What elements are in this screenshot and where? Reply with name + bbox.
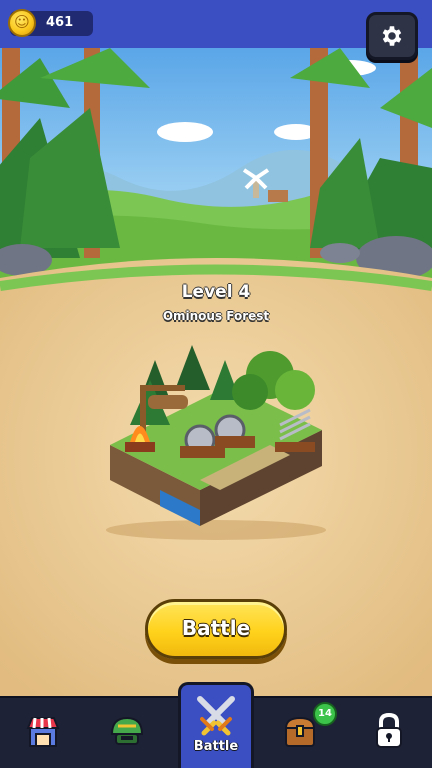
gear-icon: [382, 26, 402, 46]
nav-battle-label: Battle: [193, 739, 239, 754]
settings-button[interactable]: [366, 12, 418, 60]
coin-icon: [8, 9, 36, 37]
nav-locked[interactable]: [346, 698, 432, 768]
level-title: Level 4: [181, 282, 251, 302]
chest-icon: [284, 716, 316, 747]
nav-battle[interactable]: Battle: [178, 682, 254, 768]
crossed-swords-icon: [197, 696, 235, 736]
coin-value: 461: [46, 15, 74, 30]
top-bar: 461: [0, 0, 432, 60]
battle-button[interactable]: Battle: [145, 599, 287, 659]
level-scene: Level 4 Ominous Forest Battle: [0, 48, 432, 696]
battle-button-label: Battle: [181, 616, 251, 640]
shop-icon: [26, 717, 60, 747]
coin-counter: 461: [8, 9, 93, 37]
helmet-icon: [110, 716, 144, 745]
level-diorama[interactable]: [100, 330, 332, 540]
nav-shop[interactable]: [0, 698, 86, 768]
lock-icon: [376, 712, 402, 748]
chest-count-badge: 14: [313, 702, 337, 726]
level-name: Ominous Forest: [162, 309, 270, 323]
nav-heroes[interactable]: [86, 698, 172, 768]
